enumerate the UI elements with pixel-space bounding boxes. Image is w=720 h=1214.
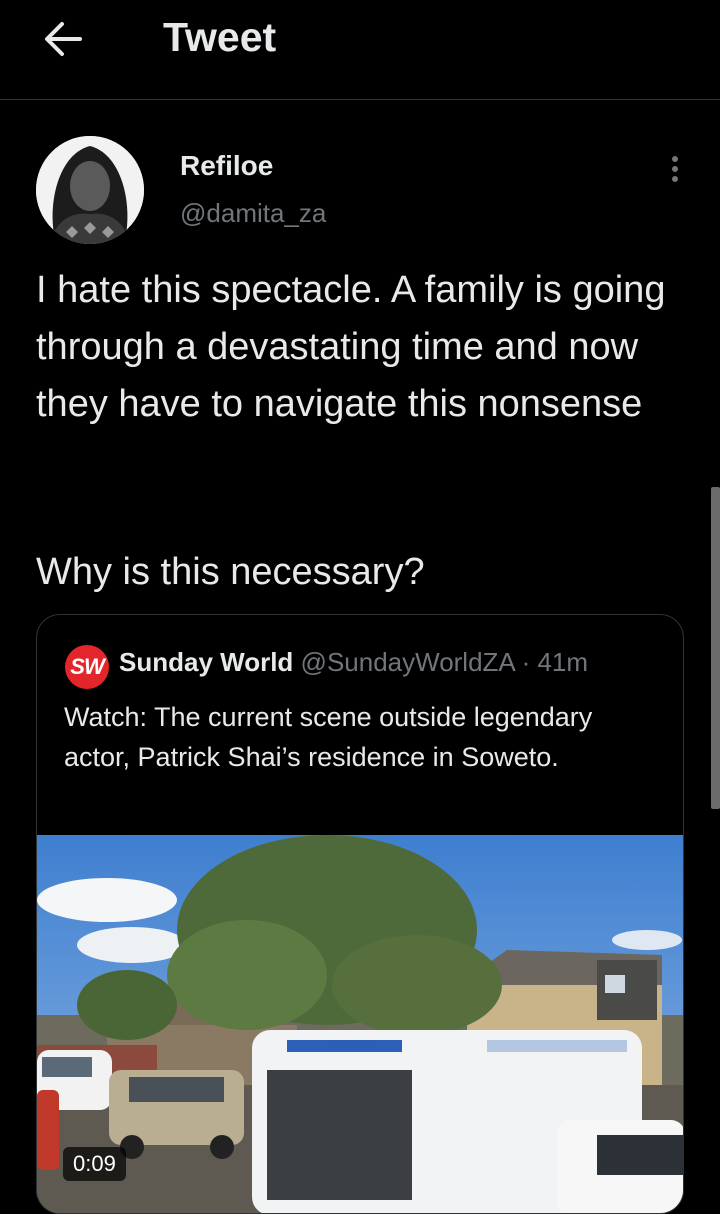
video-thumbnail: POLICE bbox=[37, 835, 683, 1213]
tweet-text-question: Why is this necessary? bbox=[36, 551, 425, 593]
video-duration: 0:09 bbox=[63, 1147, 126, 1181]
video-player[interactable]: POLICE 0:09 bbox=[37, 835, 683, 1213]
more-dot bbox=[672, 166, 678, 172]
author-name[interactable]: Refiloe bbox=[180, 150, 273, 182]
more-options-button[interactable] bbox=[660, 152, 690, 192]
police-label: POLICE bbox=[329, 1039, 382, 1055]
top-bar: Tweet bbox=[0, 0, 720, 100]
tweet-text: I hate this spectacle. A family is going… bbox=[36, 269, 666, 425]
more-vertical-icon bbox=[672, 156, 678, 162]
quoted-tweet-meta: Sunday World @SundayWorldZA · 41m bbox=[119, 647, 588, 678]
more-dot bbox=[672, 176, 678, 182]
profile-photo bbox=[36, 136, 144, 244]
avatar[interactable] bbox=[36, 136, 144, 244]
back-button[interactable] bbox=[40, 18, 86, 60]
page-title: Tweet bbox=[163, 14, 277, 60]
quoted-tweet-text: Watch: The current scene outside legenda… bbox=[64, 702, 593, 772]
quoted-author-handle: @SundayWorldZA bbox=[300, 647, 515, 677]
scrollbar[interactable] bbox=[711, 487, 720, 809]
quoted-time: 41m bbox=[537, 647, 589, 677]
author-handle[interactable]: @damita_za bbox=[180, 198, 326, 229]
quoted-tweet[interactable]: SW Sunday World @SundayWorldZA · 41m Wat… bbox=[36, 614, 684, 1214]
arrow-left-icon bbox=[45, 22, 82, 56]
meta-separator: · bbox=[514, 647, 538, 677]
sunday-world-logo: SW bbox=[65, 645, 109, 689]
quoted-author-name: Sunday World bbox=[119, 647, 294, 677]
